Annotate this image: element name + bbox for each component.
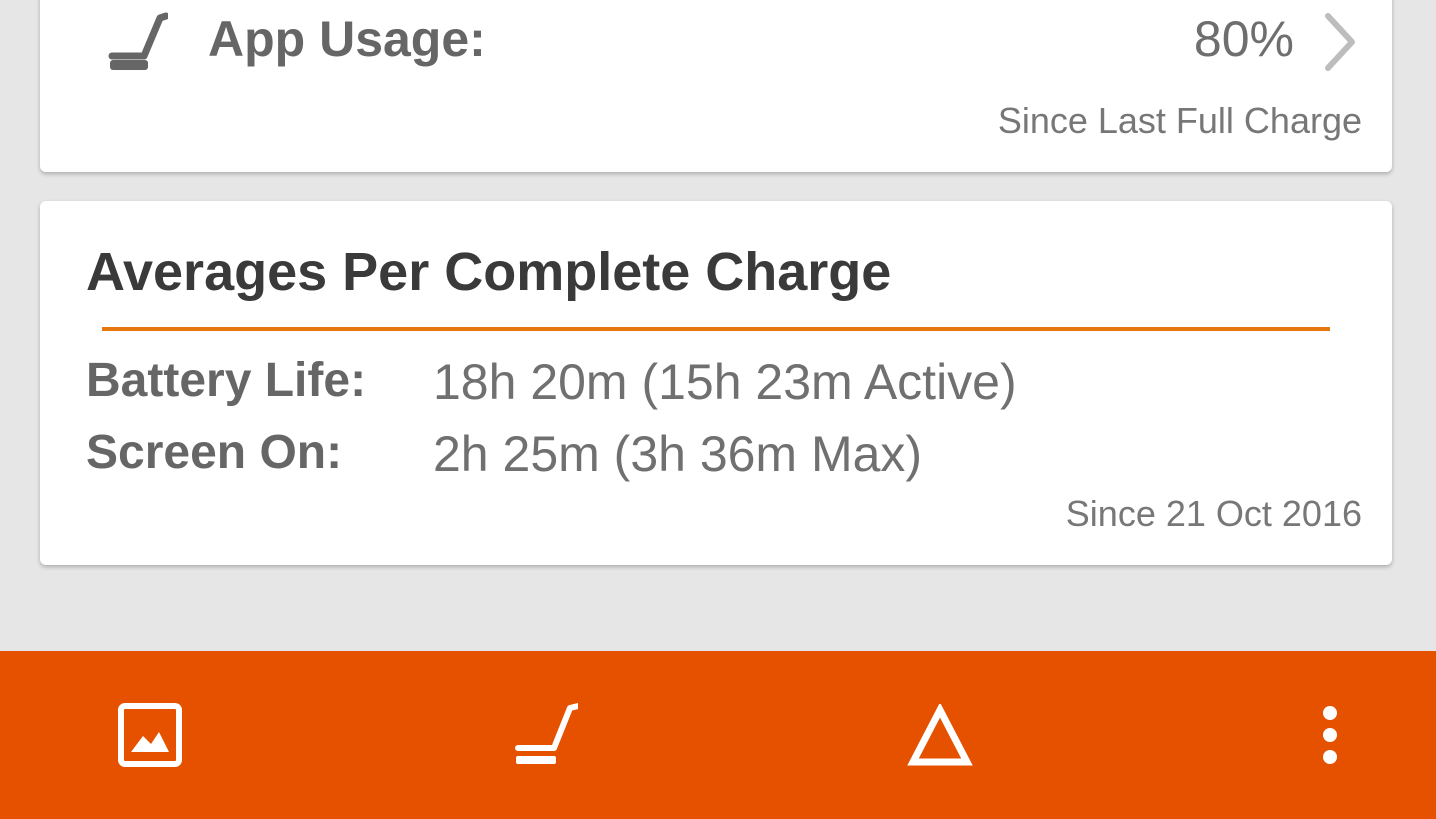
- app-usage-icon: [104, 4, 170, 74]
- delta-button[interactable]: [900, 697, 980, 777]
- screen-on-label: Screen On:: [86, 426, 343, 479]
- averages-card: Averages Per Complete Charge Battery Lif…: [40, 201, 1392, 565]
- app-usage-icon: [512, 702, 581, 773]
- app-usage-label: App Usage:: [208, 11, 486, 67]
- app-usage-button[interactable]: [505, 697, 585, 777]
- delta-icon: [907, 701, 973, 771]
- more-vert-icon: [1320, 705, 1340, 770]
- screen-on-value: 2h 25m (3h 36m Max): [433, 426, 923, 482]
- averages-divider: [102, 327, 1330, 331]
- more-options-button[interactable]: [1290, 697, 1370, 777]
- battery-life-value: 18h 20m (15h 23m Active): [433, 354, 1017, 410]
- bottom-action-bar: [0, 651, 1436, 819]
- averages-title: Averages Per Complete Charge: [86, 242, 892, 302]
- chevron-right-icon[interactable]: [1322, 10, 1358, 74]
- app-usage-since: Since Last Full Charge: [997, 100, 1362, 141]
- app-usage-card[interactable]: App Usage: 80% Since Last Full Charge: [40, 0, 1392, 172]
- battery-life-label: Battery Life:: [86, 354, 367, 407]
- image-icon: [117, 702, 183, 773]
- app-usage-value: 80%: [1193, 11, 1294, 67]
- image-button[interactable]: [110, 697, 190, 777]
- averages-since: Since 21 Oct 2016: [1065, 493, 1362, 534]
